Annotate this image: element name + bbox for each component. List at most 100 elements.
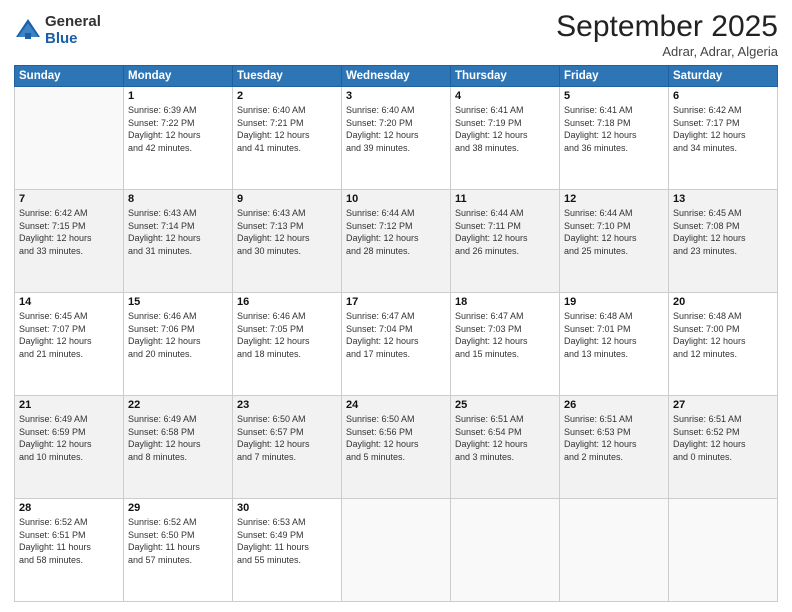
table-row: 18Sunrise: 6:47 AM Sunset: 7:03 PM Dayli… (451, 293, 560, 396)
table-row: 7 Sunrise: 6:42 AM Sunset: 7:15 PM Daylig… (15, 190, 124, 293)
cell-daylight-text: Sunrise: 6:47 AM Sunset: 7:04 PM Dayligh… (346, 310, 446, 360)
table-row: 21 Sunrise: 6:49 AM Sunset: 6:59 PM Dayli… (15, 396, 124, 499)
cell-daylight-text: Sunrise: 6:53 AM Sunset: 6:49 PM Dayligh… (237, 516, 337, 566)
cell-daylight-text: Sunrise: 6:49 AM Sunset: 6:59 PM Dayligh… (19, 413, 119, 463)
table-row (560, 499, 669, 602)
cell-daylight-text: Sunrise: 6:43 AM Sunset: 7:14 PM Dayligh… (128, 207, 228, 257)
table-row: 2 Sunrise: 6:40 AM Sunset: 7:21 PM Daylig… (233, 87, 342, 190)
day-number: 14 (19, 296, 119, 308)
day-number: 1 (128, 90, 228, 102)
cell-daylight-text: Sunrise: 6:46 AM Sunset: 7:05 PM Dayligh… (237, 310, 337, 360)
logo-blue-label: Blue (45, 31, 101, 48)
cell-daylight-text: Sunrise: 6:51 AM Sunset: 6:52 PM Dayligh… (673, 413, 773, 463)
day-number: 26 (564, 399, 664, 411)
day-number: 7 (19, 193, 119, 205)
table-row: 26Sunrise: 6:51 AM Sunset: 6:53 PM Dayli… (560, 396, 669, 499)
table-row: 8Sunrise: 6:43 AM Sunset: 7:14 PM Daylig… (124, 190, 233, 293)
table-row: 1 Sunrise: 6:39 AM Sunset: 7:22 PM Daylig… (124, 87, 233, 190)
page: General Blue September 2025 Adrar, Adrar… (0, 0, 792, 612)
day-number: 6 (673, 90, 773, 102)
day-number: 21 (19, 399, 119, 411)
day-number: 2 (237, 90, 337, 102)
table-row: 23 Sunrise: 6:50 AM Sunset: 6:57 PM Dayli… (233, 396, 342, 499)
cell-daylight-text: Sunrise: 6:41 AM Sunset: 7:19 PM Dayligh… (455, 104, 555, 154)
cell-daylight-text: Sunrise: 6:52 AM Sunset: 6:50 PM Dayligh… (128, 516, 228, 566)
table-row: 29 Sunrise: 6:52 AM Sunset: 6:50 PM Dayli… (124, 499, 233, 602)
header-monday: Monday (124, 66, 233, 87)
table-row: 19 Sunrise: 6:48 AM Sunset: 7:01 PM Dayli… (560, 293, 669, 396)
calendar-week-row: 1 Sunrise: 6:39 AM Sunset: 7:22 PM Daylig… (15, 87, 778, 190)
table-row: 11Sunrise: 6:44 AM Sunset: 7:11 PM Dayli… (451, 190, 560, 293)
cell-daylight-text: Sunrise: 6:41 AM Sunset: 7:18 PM Dayligh… (564, 104, 664, 154)
table-row: 25Sunrise: 6:51 AM Sunset: 6:54 PM Dayli… (451, 396, 560, 499)
table-row (15, 87, 124, 190)
header-thursday: Thursday (451, 66, 560, 87)
table-row: 28Sunrise: 6:52 AM Sunset: 6:51 PM Dayli… (15, 499, 124, 602)
header-wednesday: Wednesday (342, 66, 451, 87)
cell-daylight-text: Sunrise: 6:50 AM Sunset: 6:56 PM Dayligh… (346, 413, 446, 463)
calendar-week-row: 7 Sunrise: 6:42 AM Sunset: 7:15 PM Daylig… (15, 190, 778, 293)
logo-general-label: General (45, 14, 101, 31)
cell-daylight-text: Sunrise: 6:39 AM Sunset: 7:22 PM Dayligh… (128, 104, 228, 154)
day-number: 17 (346, 296, 446, 308)
table-row (451, 499, 560, 602)
cell-daylight-text: Sunrise: 6:44 AM Sunset: 7:12 PM Dayligh… (346, 207, 446, 257)
table-row: 12Sunrise: 6:44 AM Sunset: 7:10 PM Dayli… (560, 190, 669, 293)
title-block: September 2025 Adrar, Adrar, Algeria (556, 10, 778, 59)
table-row: 30Sunrise: 6:53 AM Sunset: 6:49 PM Dayli… (233, 499, 342, 602)
table-row: 24 Sunrise: 6:50 AM Sunset: 6:56 PM Dayli… (342, 396, 451, 499)
table-row: 3 Sunrise: 6:40 AM Sunset: 7:20 PM Daylig… (342, 87, 451, 190)
table-row: 15 Sunrise: 6:46 AM Sunset: 7:06 PM Dayli… (124, 293, 233, 396)
table-row (669, 499, 778, 602)
cell-daylight-text: Sunrise: 6:52 AM Sunset: 6:51 PM Dayligh… (19, 516, 119, 566)
table-row: 17 Sunrise: 6:47 AM Sunset: 7:04 PM Dayli… (342, 293, 451, 396)
header-friday: Friday (560, 66, 669, 87)
header-saturday: Saturday (669, 66, 778, 87)
day-number: 23 (237, 399, 337, 411)
table-row: 5 Sunrise: 6:41 AM Sunset: 7:18 PM Daylig… (560, 87, 669, 190)
cell-daylight-text: Sunrise: 6:42 AM Sunset: 7:17 PM Dayligh… (673, 104, 773, 154)
cell-daylight-text: Sunrise: 6:49 AM Sunset: 6:58 PM Dayligh… (128, 413, 228, 463)
logo-icon (14, 17, 42, 45)
table-row (342, 499, 451, 602)
day-number: 15 (128, 296, 228, 308)
day-number: 20 (673, 296, 773, 308)
cell-daylight-text: Sunrise: 6:40 AM Sunset: 7:21 PM Dayligh… (237, 104, 337, 154)
day-number: 27 (673, 399, 773, 411)
table-row: 6 Sunrise: 6:42 AM Sunset: 7:17 PM Daylig… (669, 87, 778, 190)
table-row: 27 Sunrise: 6:51 AM Sunset: 6:52 PM Dayli… (669, 396, 778, 499)
day-number: 10 (346, 193, 446, 205)
calendar-week-row: 14 Sunrise: 6:45 AM Sunset: 7:07 PM Dayli… (15, 293, 778, 396)
calendar-table: Sunday Monday Tuesday Wednesday Thursday… (14, 65, 778, 602)
table-row: 9Sunrise: 6:43 AM Sunset: 7:13 PM Daylig… (233, 190, 342, 293)
weekday-header-row: Sunday Monday Tuesday Wednesday Thursday… (15, 66, 778, 87)
cell-daylight-text: Sunrise: 6:48 AM Sunset: 7:00 PM Dayligh… (673, 310, 773, 360)
cell-daylight-text: Sunrise: 6:48 AM Sunset: 7:01 PM Dayligh… (564, 310, 664, 360)
table-row: 22Sunrise: 6:49 AM Sunset: 6:58 PM Dayli… (124, 396, 233, 499)
day-number: 5 (564, 90, 664, 102)
day-number: 4 (455, 90, 555, 102)
day-number: 3 (346, 90, 446, 102)
subtitle: Adrar, Adrar, Algeria (556, 44, 778, 59)
logo: General Blue (14, 14, 101, 47)
cell-daylight-text: Sunrise: 6:45 AM Sunset: 7:07 PM Dayligh… (19, 310, 119, 360)
table-row: 10 Sunrise: 6:44 AM Sunset: 7:12 PM Dayli… (342, 190, 451, 293)
day-number: 24 (346, 399, 446, 411)
cell-daylight-text: Sunrise: 6:44 AM Sunset: 7:10 PM Dayligh… (564, 207, 664, 257)
cell-daylight-text: Sunrise: 6:47 AM Sunset: 7:03 PM Dayligh… (455, 310, 555, 360)
cell-daylight-text: Sunrise: 6:45 AM Sunset: 7:08 PM Dayligh… (673, 207, 773, 257)
cell-daylight-text: Sunrise: 6:40 AM Sunset: 7:20 PM Dayligh… (346, 104, 446, 154)
cell-daylight-text: Sunrise: 6:44 AM Sunset: 7:11 PM Dayligh… (455, 207, 555, 257)
month-title: September 2025 (556, 10, 778, 44)
cell-daylight-text: Sunrise: 6:46 AM Sunset: 7:06 PM Dayligh… (128, 310, 228, 360)
day-number: 13 (673, 193, 773, 205)
table-row: 14 Sunrise: 6:45 AM Sunset: 7:07 PM Dayli… (15, 293, 124, 396)
day-number: 29 (128, 502, 228, 514)
header: General Blue September 2025 Adrar, Adrar… (14, 10, 778, 59)
day-number: 19 (564, 296, 664, 308)
calendar-week-row: 21 Sunrise: 6:49 AM Sunset: 6:59 PM Dayli… (15, 396, 778, 499)
cell-daylight-text: Sunrise: 6:42 AM Sunset: 7:15 PM Dayligh… (19, 207, 119, 257)
header-sunday: Sunday (15, 66, 124, 87)
cell-daylight-text: Sunrise: 6:50 AM Sunset: 6:57 PM Dayligh… (237, 413, 337, 463)
cell-daylight-text: Sunrise: 6:43 AM Sunset: 7:13 PM Dayligh… (237, 207, 337, 257)
